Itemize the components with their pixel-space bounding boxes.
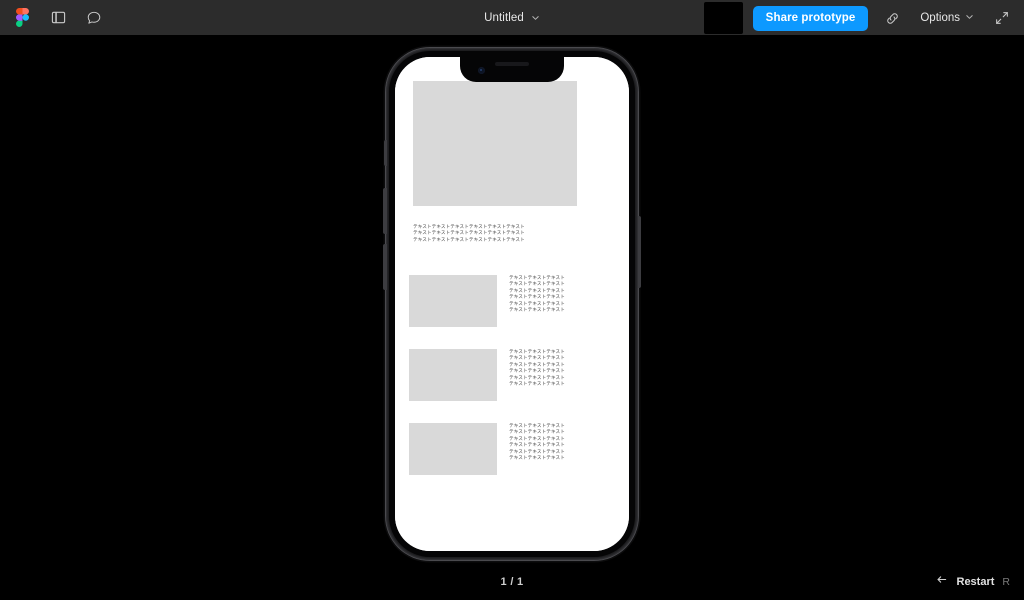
comment-bubble-icon[interactable] bbox=[78, 3, 110, 33]
restart-shortcut: R bbox=[1002, 576, 1010, 588]
chevron-down-icon bbox=[965, 12, 974, 24]
sidebar-panel-icon[interactable] bbox=[42, 3, 74, 33]
card-line: テキストテキストテキスト bbox=[509, 356, 565, 362]
chevron-down-icon[interactable] bbox=[531, 9, 540, 27]
card-image-placeholder bbox=[409, 275, 497, 327]
card-text: テキストテキストテキスト テキストテキストテキスト テキストテキストテキスト テ… bbox=[509, 423, 565, 462]
figma-logo-icon[interactable] bbox=[6, 3, 38, 33]
card-text: テキストテキストテキスト テキストテキストテキスト テキストテキストテキスト テ… bbox=[509, 275, 565, 314]
link-icon[interactable] bbox=[878, 4, 906, 32]
device-screen[interactable]: テキストテキストテキストテキストテキストテキスト テキストテキストテキストテキス… bbox=[395, 57, 629, 551]
page-title: Untitled bbox=[484, 11, 524, 24]
prototype-stage: テキストテキストテキストテキストテキストテキスト テキストテキストテキストテキス… bbox=[0, 36, 1024, 564]
card-image-placeholder bbox=[409, 349, 497, 401]
card-line: テキストテキストテキスト bbox=[509, 295, 565, 301]
card-line: テキストテキストテキスト bbox=[509, 282, 565, 288]
intro-line: テキストテキストテキストテキストテキストテキスト bbox=[413, 237, 525, 243]
earpiece-speaker-icon bbox=[495, 62, 529, 66]
card-line: テキストテキストテキスト bbox=[509, 382, 565, 388]
list-item[interactable]: テキストテキストテキスト テキストテキストテキスト テキストテキストテキスト テ… bbox=[409, 349, 615, 401]
hero-image-placeholder[interactable] bbox=[413, 81, 577, 206]
card-line: テキストテキストテキスト bbox=[509, 443, 565, 449]
card-text: テキストテキストテキスト テキストテキストテキスト テキストテキストテキスト テ… bbox=[509, 349, 565, 388]
prototype-viewer: Untitled Share prototype Options テキストテキス… bbox=[0, 0, 1024, 600]
notch bbox=[460, 57, 564, 82]
card-line: テキストテキストテキスト bbox=[509, 308, 565, 314]
prototype-page: テキストテキストテキストテキストテキストテキスト テキストテキストテキストテキス… bbox=[395, 57, 629, 551]
bottom-bar: 1 / 1 Restart R bbox=[0, 564, 1024, 600]
share-prototype-button[interactable]: Share prototype bbox=[752, 5, 869, 31]
toolbar-right-group: Share prototype Options bbox=[703, 0, 1016, 36]
card-line: テキストテキストテキスト bbox=[509, 369, 565, 375]
restart-button[interactable]: Restart R bbox=[936, 573, 1010, 591]
front-camera-icon bbox=[478, 67, 485, 74]
page-indicator: 1 / 1 bbox=[500, 576, 524, 588]
volume-up-button[interactable] bbox=[383, 188, 387, 234]
intro-paragraph: テキストテキストテキストテキストテキストテキスト テキストテキストテキストテキス… bbox=[413, 225, 583, 244]
card-line: テキストテキストテキスト bbox=[509, 430, 565, 436]
card-line: テキストテキストテキスト bbox=[509, 456, 565, 462]
silent-switch[interactable] bbox=[383, 140, 387, 166]
options-menu-button[interactable]: Options bbox=[916, 4, 978, 32]
restart-arrow-icon bbox=[936, 573, 949, 591]
toolbar-left-group bbox=[0, 3, 110, 33]
options-label: Options bbox=[920, 12, 960, 24]
restart-label: Restart bbox=[956, 576, 995, 588]
avatar[interactable] bbox=[703, 2, 743, 34]
device-frame: テキストテキストテキストテキストテキストテキスト テキストテキストテキストテキス… bbox=[383, 48, 641, 560]
power-button[interactable] bbox=[637, 216, 641, 288]
fullscreen-expand-icon[interactable] bbox=[988, 4, 1016, 32]
volume-down-button[interactable] bbox=[383, 244, 387, 290]
list-item[interactable]: テキストテキストテキスト テキストテキストテキスト テキストテキストテキスト テ… bbox=[409, 423, 615, 475]
card-image-placeholder bbox=[409, 423, 497, 475]
top-toolbar: Untitled Share prototype Options bbox=[0, 0, 1024, 36]
list-item[interactable]: テキストテキストテキスト テキストテキストテキスト テキストテキストテキスト テ… bbox=[409, 275, 615, 327]
